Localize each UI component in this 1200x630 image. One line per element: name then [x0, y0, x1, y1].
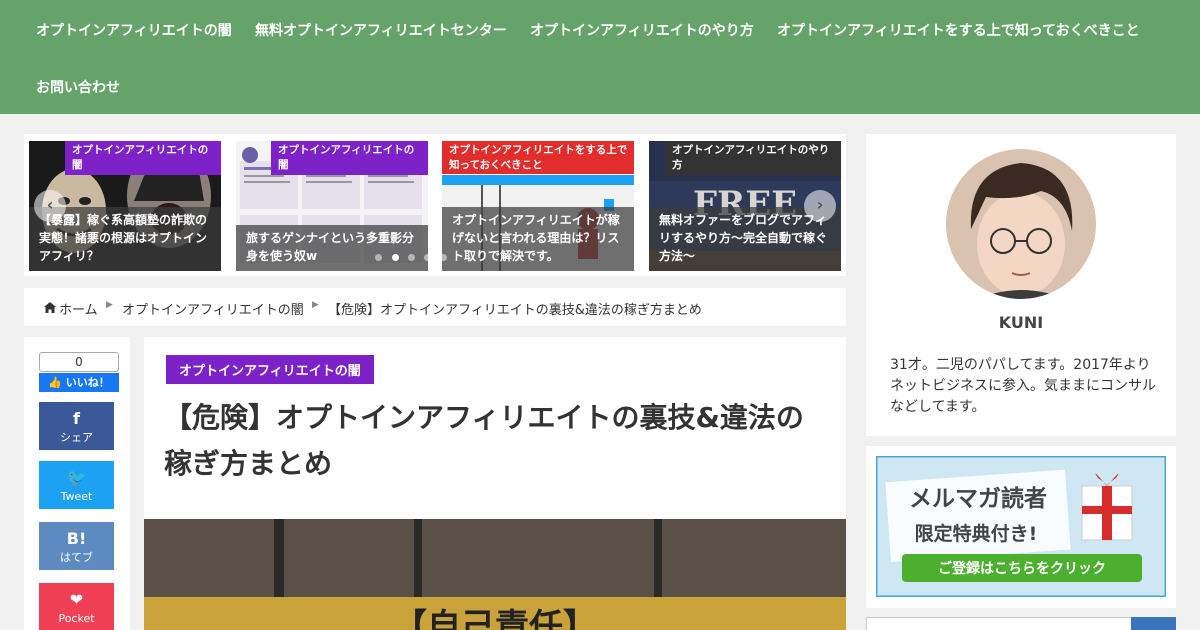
- carousel-dot[interactable]: [440, 254, 447, 261]
- facebook-share-button[interactable]: f シェア: [39, 402, 114, 450]
- article-eyecatch-image: 【自己責任】: [144, 519, 846, 630]
- profile-widget: KUNI 31才。二児のパパしてます。2017年よりネットビジネスに参入。気まま…: [866, 134, 1176, 436]
- breadcrumb-home[interactable]: ホーム: [59, 299, 98, 318]
- facebook-icon: f: [73, 409, 80, 428]
- banner-line1: メルマガ読者: [909, 485, 1047, 512]
- profile-name: KUNI: [998, 313, 1044, 332]
- slide-category[interactable]: オプトインアフィリエイトの闇: [65, 141, 221, 175]
- share-label: Pocket: [58, 612, 95, 625]
- nav-item-how-to-optin[interactable]: オプトインアフィリエイトのやり方: [530, 20, 754, 40]
- carousel-next-button[interactable]: ›: [804, 190, 836, 222]
- nav-item-things-to-know[interactable]: オプトインアフィリエイトをする上で知っておくべきこと: [777, 20, 1140, 40]
- slide-category[interactable]: オプトインアフィリエイトをする上で知っておくべきこと: [442, 141, 634, 174]
- share-label: シェア: [60, 431, 93, 444]
- breadcrumb-separator-icon: ▶: [312, 300, 319, 310]
- share-label: Tweet: [60, 490, 93, 503]
- carousel-dot-active[interactable]: [392, 254, 399, 261]
- slide-category[interactable]: オプトインアフィリエイトのやり方: [665, 141, 841, 175]
- like-count: 0: [39, 352, 119, 372]
- newsletter-banner-widget: メルマガ読者 限定特典付き! ご登録はこちらをクリック: [866, 446, 1176, 608]
- banner-line2: 限定特典付き!: [915, 522, 1038, 545]
- like-button[interactable]: 👍 いいね！: [39, 373, 119, 392]
- profile-description: 31才。二児のパパしてます。2017年よりネットビジネスに参入。気ままにコンサル…: [890, 357, 1156, 415]
- breadcrumb-separator-icon: ▶: [106, 300, 113, 310]
- pocket-icon: ❤: [69, 590, 84, 609]
- carousel-dot[interactable]: [375, 254, 382, 261]
- global-nav: オプトインアフィリエイトの闇 無料オプトインアフィリエイトセンター オプトインア…: [0, 0, 1200, 114]
- newsletter-banner-image: メルマガ読者 限定特典付き! ご登録はこちらをクリック: [876, 456, 1166, 597]
- share-column: 0 👍 いいね！ f シェア 🐦 Tweet B! はてブ ❤ Pocket: [24, 337, 130, 630]
- slide-title[interactable]: オプトインアフィリエイトが稼げないと言われる理由は？リスト取りで解決です。: [442, 207, 634, 271]
- search-button[interactable]: [1131, 617, 1176, 630]
- banner-cta: ご登録はこちらをクリック: [938, 560, 1106, 577]
- pocket-button[interactable]: ❤ Pocket: [39, 583, 114, 630]
- tweet-button[interactable]: 🐦 Tweet: [39, 461, 114, 509]
- slide-title[interactable]: 旅するゲンナイという多重影分身を使う奴w: [236, 225, 428, 271]
- article-title: 【危険】オプトインアフィリエイトの裏技&違法の稼ぎ方まとめ: [164, 401, 804, 480]
- carousel-dot[interactable]: [408, 254, 415, 261]
- search-input[interactable]: [866, 617, 1176, 630]
- eyecatch-text: 【自己責任】: [393, 607, 597, 630]
- carousel-dot[interactable]: [424, 254, 431, 261]
- share-label: はてブ: [60, 551, 93, 564]
- nav-item-free-optin-center[interactable]: 無料オプトインアフィリエイトセンター: [255, 20, 507, 40]
- carousel-slide[interactable]: オプトインアフィリエイトをする上で知っておくべきこと オプトインアフィリエイトが…: [442, 141, 634, 271]
- carousel-prev-button[interactable]: ‹: [34, 190, 66, 222]
- twitter-icon: 🐦: [66, 468, 87, 487]
- newsletter-banner[interactable]: メルマガ読者 限定特典付き! ご登録はこちらをクリック: [876, 456, 1166, 597]
- breadcrumb-current: 【危険】オプトインアフィリエイトの裏技&違法の稼ぎ方まとめ: [328, 303, 702, 318]
- hatena-bookmark-button[interactable]: B! はてブ: [39, 522, 114, 570]
- nav-item-contact[interactable]: お問い合わせ: [36, 77, 120, 97]
- avatar: [946, 149, 1096, 299]
- article: オプトインアフィリエイトの闇 【危険】オプトインアフィリエイトの裏技&違法の稼ぎ…: [144, 337, 846, 630]
- slide-category[interactable]: オプトインアフィリエイトの闇: [271, 141, 428, 175]
- hatena-icon: B!: [66, 529, 87, 548]
- breadcrumb: ホーム ▶ オプトインアフィリエイトの闇 ▶ 【危険】オプトインアフィリエイトの…: [24, 288, 846, 326]
- nav-item-optin-darkness[interactable]: オプトインアフィリエイトの闇: [36, 20, 232, 40]
- home-icon: [44, 302, 56, 313]
- facebook-like-widget[interactable]: 0 👍 いいね！: [39, 352, 119, 392]
- featured-carousel: オプトインアフィリエイトの闇 【暴露】稼ぐ系高額塾の詐欺の実態！諸悪の根源はオプ…: [24, 134, 846, 276]
- article-category-label[interactable]: オプトインアフィリエイトの闇: [166, 355, 374, 384]
- carousel-slide[interactable]: オプトインアフィリエイトの闇 旅するゲンナイという多重影分身を使う奴w: [236, 141, 428, 271]
- breadcrumb-category[interactable]: オプトインアフィリエイトの闇: [122, 299, 304, 318]
